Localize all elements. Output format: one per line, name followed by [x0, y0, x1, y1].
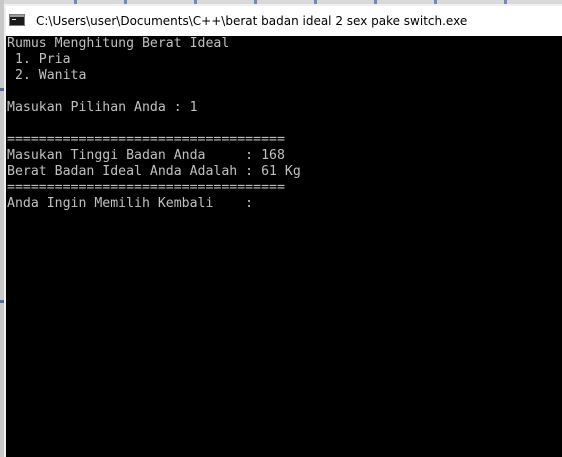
console-window: C:\Users\user\Documents\C++\berat badan … — [0, 0, 562, 457]
window-title: C:\Users\user\Documents\C++\berat badan … — [36, 14, 468, 28]
console-output[interactable]: Rumus Menghitung Berat Ideal 1. Pria 2. … — [6, 36, 562, 457]
background-edge-notch — [434, 0, 437, 4]
background-edge-notch — [74, 0, 77, 4]
console-prompt: Anda Ingin Memilih Kembali : — [7, 196, 254, 211]
background-edge-mark — [0, 88, 4, 91]
console-line: 1. Pria — [7, 52, 71, 67]
background-edge-notch — [194, 0, 197, 4]
background-toolbar-edge — [4, 0, 562, 4]
background-edge-notch — [374, 0, 377, 4]
console-app-icon[interactable] — [9, 14, 25, 26]
background-edge-notch — [124, 0, 127, 4]
console-line: Masukan Tinggi Badan Anda : 168 — [7, 148, 285, 163]
console-separator: =================================== — [7, 132, 285, 147]
background-window-edge — [0, 0, 4, 457]
title-bar[interactable]: C:\Users\user\Documents\C++\berat badan … — [6, 6, 562, 36]
background-edge-notch — [504, 0, 507, 4]
console-separator: =================================== — [7, 180, 285, 195]
background-edge-mark — [0, 300, 4, 303]
console-line: 2. Wanita — [7, 68, 87, 83]
console-line: Masukan Pilihan Anda : 1 — [7, 100, 198, 115]
console-line: Rumus Menghitung Berat Ideal — [7, 36, 230, 51]
background-edge-notch — [314, 0, 317, 4]
background-edge-notch — [254, 0, 257, 4]
console-line: Berat Badan Ideal Anda Adalah : 61 Kg — [7, 164, 301, 179]
